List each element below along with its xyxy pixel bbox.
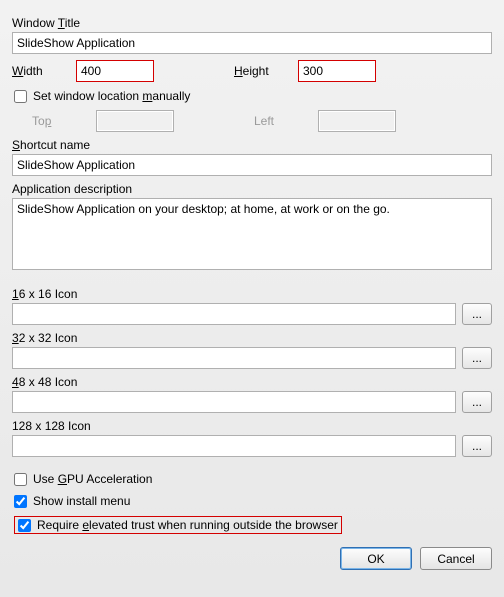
show-menu-label: Show install menu <box>33 494 130 508</box>
icon48-browse-button[interactable]: ... <box>462 391 492 413</box>
icon32-input[interactable] <box>12 347 456 369</box>
description-label: Application description <box>12 182 492 196</box>
icon128-label: 128 x 128 Icon <box>12 419 492 433</box>
left-label: Left <box>254 114 308 128</box>
width-label: Width <box>12 64 66 78</box>
shortcut-label: Shortcut name <box>12 138 492 152</box>
ok-button[interactable]: OK <box>340 547 412 570</box>
gpu-checkbox[interactable] <box>14 473 27 486</box>
window-title-label: Window Title <box>12 16 492 30</box>
set-manual-checkbox[interactable] <box>14 90 27 103</box>
icon48-input[interactable] <box>12 391 456 413</box>
icon16-browse-button[interactable]: ... <box>462 303 492 325</box>
icon32-label: 32 x 32 Icon <box>12 331 492 345</box>
set-manual-row[interactable]: Set window location manually <box>12 88 492 104</box>
elevated-row[interactable]: Require elevated trust when running outs… <box>14 516 342 534</box>
icon128-input[interactable] <box>12 435 456 457</box>
show-menu-row[interactable]: Show install menu <box>12 493 492 509</box>
cancel-button[interactable]: Cancel <box>420 547 492 570</box>
icon48-label: 48 x 48 Icon <box>12 375 492 389</box>
shortcut-input[interactable] <box>12 154 492 176</box>
icon16-label: 16 x 16 Icon <box>12 287 492 301</box>
gpu-row[interactable]: Use GPU Acceleration <box>12 471 492 487</box>
top-input <box>96 110 174 132</box>
height-input[interactable] <box>298 60 376 82</box>
show-menu-checkbox[interactable] <box>14 495 27 508</box>
icon16-input[interactable] <box>12 303 456 325</box>
set-manual-label: Set window location manually <box>33 89 190 103</box>
left-input <box>318 110 396 132</box>
icon128-browse-button[interactable]: ... <box>462 435 492 457</box>
top-label: Top <box>32 114 86 128</box>
icon32-browse-button[interactable]: ... <box>462 347 492 369</box>
window-title-input[interactable] <box>12 32 492 54</box>
description-input[interactable] <box>12 198 492 270</box>
height-label: Height <box>234 64 288 78</box>
elevated-label: Require elevated trust when running outs… <box>37 518 338 532</box>
elevated-checkbox[interactable] <box>18 519 31 532</box>
width-input[interactable] <box>76 60 154 82</box>
gpu-label: Use GPU Acceleration <box>33 472 152 486</box>
